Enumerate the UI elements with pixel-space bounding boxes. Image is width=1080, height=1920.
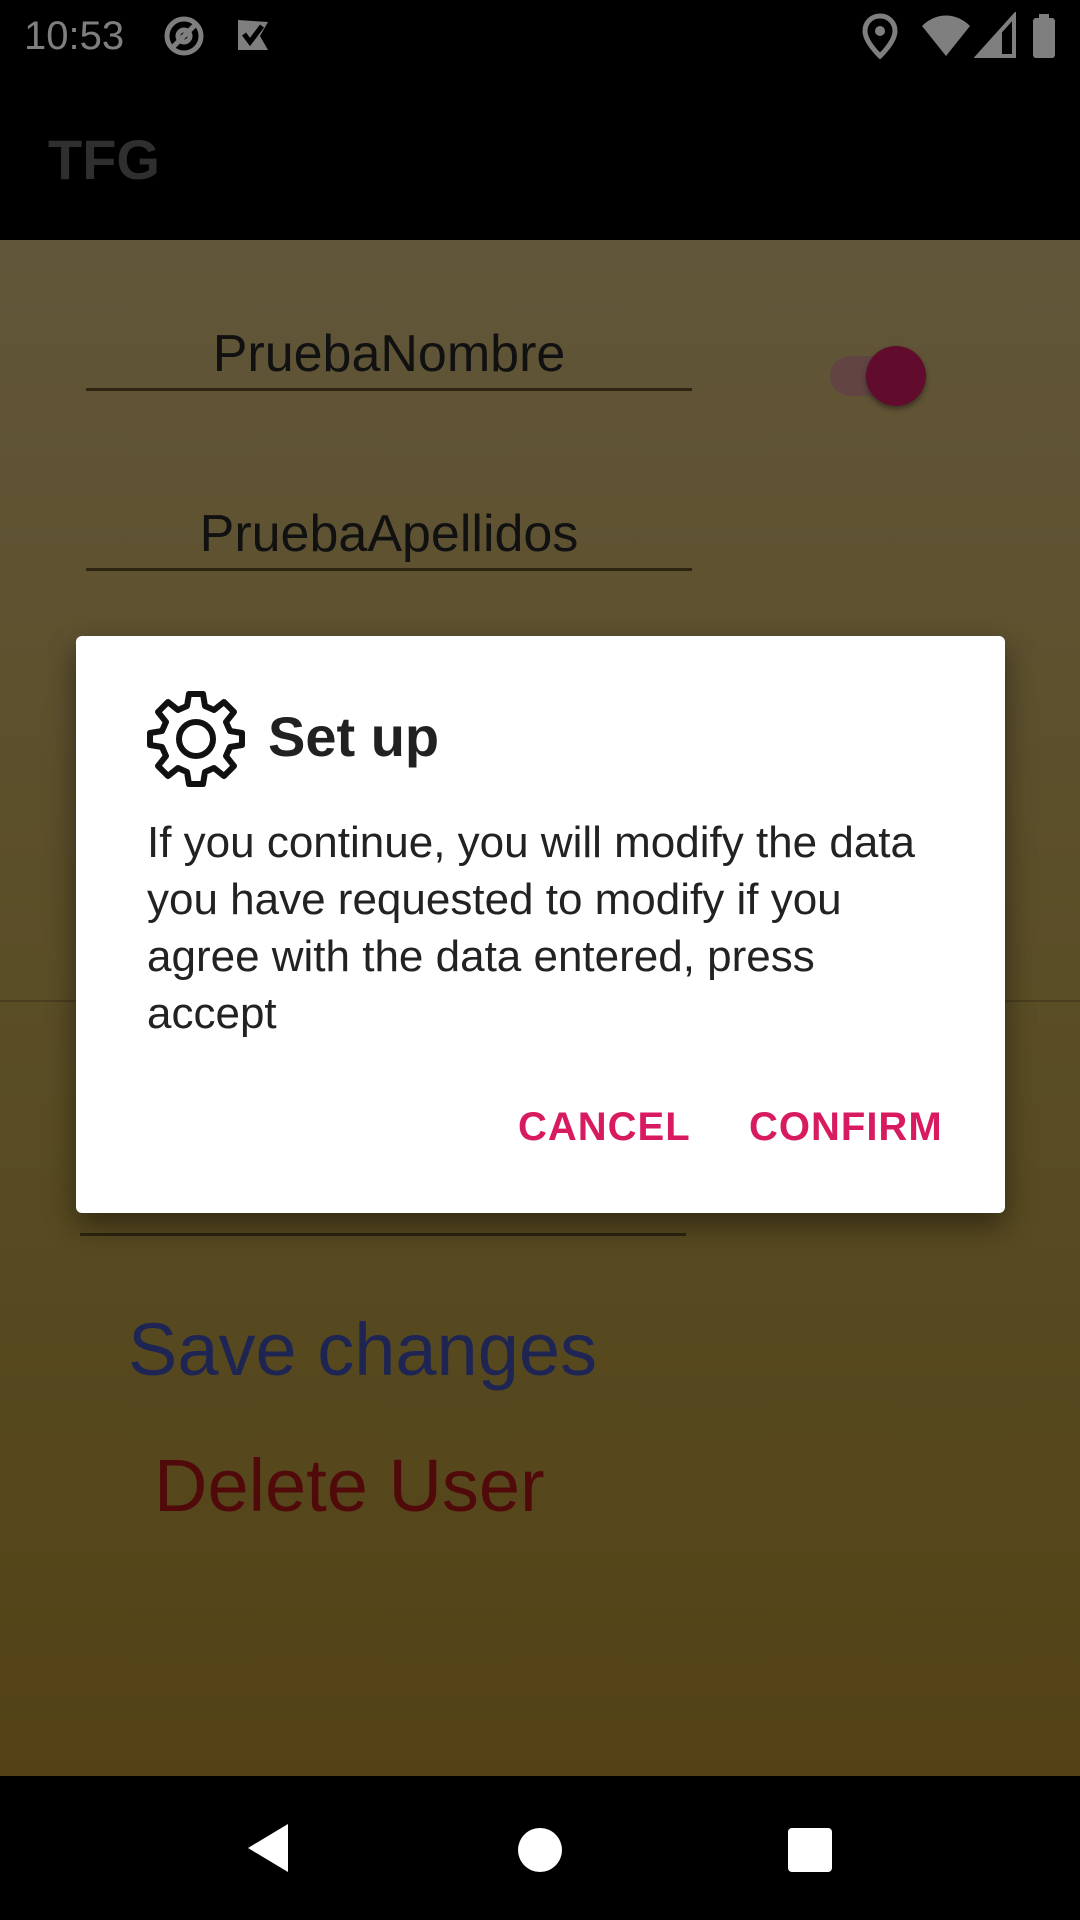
home-icon[interactable]: [518, 1828, 562, 1872]
screen: 10:53 TFG PruebaNombre: [0, 0, 1080, 1920]
recents-icon[interactable]: [788, 1828, 832, 1872]
dialog-message: If you continue, you will modify the dat…: [147, 818, 915, 1038]
navigation-bar: [0, 1776, 1080, 1920]
back-icon[interactable]: [244, 1820, 292, 1876]
gear-icon: [147, 691, 245, 787]
dialog-title: Set up: [268, 705, 440, 768]
cancel-button[interactable]: CANCEL: [518, 1102, 691, 1152]
confirm-button[interactable]: CONFIRM: [749, 1102, 943, 1152]
setup-dialog: Set up If you continue, you will modify …: [76, 636, 1005, 1213]
